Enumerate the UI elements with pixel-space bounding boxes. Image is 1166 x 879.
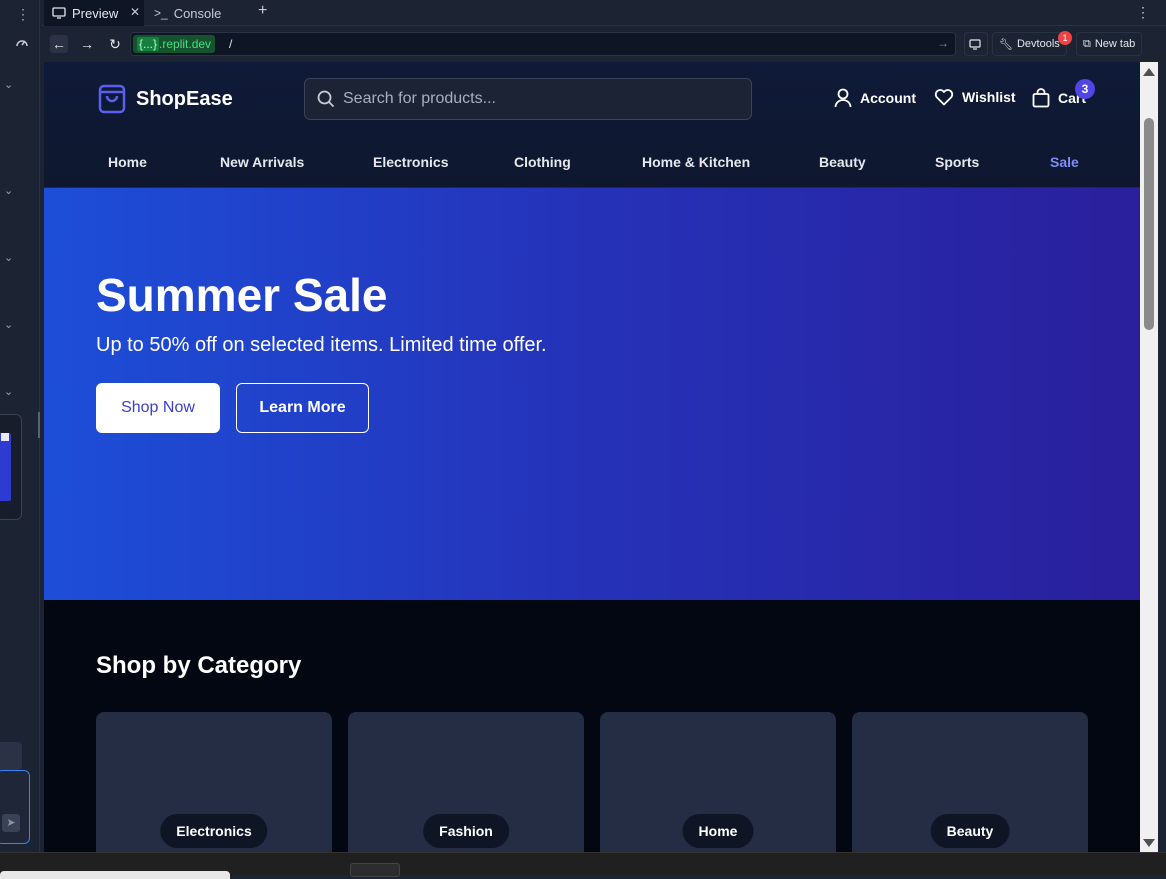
category-section: Shop by Category Electronics Fashion Hom… <box>44 600 1140 853</box>
device-toggle-button[interactable] <box>964 32 988 56</box>
category-card-fashion[interactable]: Fashion <box>348 712 584 853</box>
cart-icon <box>1032 88 1050 108</box>
preview-thumbnail[interactable] <box>0 414 22 520</box>
devtools-label: Devtools <box>1016 38 1060 50</box>
nav-item-beauty[interactable]: Beauty <box>819 154 866 170</box>
forward-arrow-icon[interactable]: → <box>78 35 96 53</box>
cart-count-badge: 3 <box>1075 79 1095 99</box>
site-logo[interactable]: ShopEase <box>96 83 233 115</box>
taskbar-search[interactable] <box>0 871 230 879</box>
chevron-down-icon[interactable]: ⌄ <box>4 251 16 264</box>
category-card-electronics[interactable]: Electronics <box>96 712 332 853</box>
more-menu-icon[interactable]: ⋮ <box>16 6 30 23</box>
category-label: Fashion <box>423 814 509 848</box>
shopping-bag-icon <box>98 84 126 114</box>
wrench-icon: 🔧︎ <box>999 38 1013 51</box>
category-card-home[interactable]: Home <box>600 712 836 853</box>
site-header: ShopEase Account Wishlist Cart 3 Home Ne… <box>44 62 1140 188</box>
search-input[interactable] <box>343 90 723 108</box>
shop-now-button[interactable]: Shop Now <box>96 383 220 433</box>
hero-subtitle: Up to 50% off on selected items. Limited… <box>96 334 547 356</box>
url-path: / <box>229 37 233 51</box>
devtools-error-badge: 1 <box>1058 31 1072 45</box>
scrollbar-thumb[interactable] <box>1144 118 1154 330</box>
nav-item-sports[interactable]: Sports <box>935 154 979 170</box>
search-icon <box>317 90 335 108</box>
os-taskbar <box>0 852 1166 879</box>
speedometer-icon[interactable] <box>15 36 29 48</box>
go-arrow-icon[interactable]: → <box>937 36 949 50</box>
thumbnail-image <box>0 433 11 501</box>
user-icon <box>834 88 852 108</box>
new-tab-button[interactable]: ⧉ New tab <box>1076 32 1143 56</box>
section-title: Shop by Category <box>96 652 302 679</box>
main-navigation: Home New Arrivals Electronics Clothing H… <box>44 140 1140 188</box>
hero-title: Summer Sale <box>96 269 388 321</box>
category-card-beauty[interactable]: Beauty <box>852 712 1088 853</box>
panel-block <box>0 742 22 770</box>
url-input[interactable]: {...} .replit.dev / → <box>130 32 956 56</box>
tab-label: Console <box>173 5 222 21</box>
page-viewport: ShopEase Account Wishlist Cart 3 Home Ne… <box>44 62 1140 853</box>
new-tab-label: New tab <box>1094 38 1136 50</box>
more-menu-icon[interactable]: ⋮ <box>1136 4 1150 21</box>
back-arrow-icon[interactable]: ← <box>50 35 68 53</box>
heart-icon <box>934 89 954 106</box>
resize-handle[interactable] <box>38 412 42 438</box>
account-link[interactable]: Account <box>834 88 916 108</box>
nav-item-clothing[interactable]: Clothing <box>514 154 571 170</box>
hero-banner: Summer Sale Up to 50% off on selected it… <box>44 188 1140 600</box>
external-link-icon: ⧉ <box>1083 37 1091 50</box>
ide-left-panel: ⋮ ⌄ ⌄ ⌄ ⌄ ⌄ ➤ <box>0 0 40 852</box>
chevron-down-icon[interactable]: ⌄ <box>4 184 16 197</box>
close-icon[interactable]: ✕ <box>130 5 140 19</box>
address-bar: ← → ↻ {...} .replit.dev / → 🔧︎ Devtools ⧉… <box>42 26 1166 62</box>
wishlist-label: Wishlist <box>962 89 1016 105</box>
chat-input[interactable] <box>0 770 30 844</box>
nav-item-new-arrivals[interactable]: New Arrivals <box>220 154 304 170</box>
scroll-up-arrow-icon[interactable] <box>1143 68 1155 76</box>
learn-more-button[interactable]: Learn More <box>236 383 369 433</box>
reload-icon[interactable]: ↻ <box>106 35 124 53</box>
category-label: Electronics <box>160 814 268 848</box>
search-bar <box>304 78 752 120</box>
vertical-scrollbar[interactable] <box>1140 62 1158 853</box>
monitor-icon <box>52 7 66 19</box>
nav-item-home[interactable]: Home <box>108 154 147 170</box>
chevron-down-icon[interactable]: ⌄ <box>4 78 16 91</box>
nav-item-home-kitchen[interactable]: Home & Kitchen <box>642 154 750 170</box>
scroll-down-arrow-icon[interactable] <box>1143 839 1155 847</box>
nav-item-electronics[interactable]: Electronics <box>373 154 448 170</box>
nav-item-sale[interactable]: Sale <box>1050 154 1079 170</box>
tab-preview[interactable]: Preview ✕ <box>44 0 144 26</box>
new-tab-plus-icon[interactable]: + <box>258 2 267 20</box>
url-domain: {...} .replit.dev <box>133 35 216 53</box>
url-domain-text: .replit.dev <box>159 37 212 51</box>
console-icon: >_ <box>154 6 168 20</box>
monitor-icon <box>969 38 981 50</box>
tab-bar: Preview ✕ >_ Console + ⋮ <box>42 0 1166 26</box>
category-label: Home <box>682 814 754 848</box>
chevron-down-icon[interactable]: ⌄ <box>4 385 16 398</box>
devtools-button[interactable]: 🔧︎ Devtools <box>992 32 1067 56</box>
wishlist-link[interactable]: Wishlist <box>934 88 1016 106</box>
tab-label: Preview <box>72 5 119 21</box>
chevron-down-icon[interactable]: ⌄ <box>4 318 16 331</box>
account-label: Account <box>860 90 916 106</box>
send-icon[interactable]: ➤ <box>2 814 20 832</box>
category-label: Beauty <box>930 814 1010 848</box>
url-domain-template: {...} <box>137 37 160 51</box>
tab-console[interactable]: >_ Console <box>150 0 246 26</box>
brand-name: ShopEase <box>136 87 233 110</box>
